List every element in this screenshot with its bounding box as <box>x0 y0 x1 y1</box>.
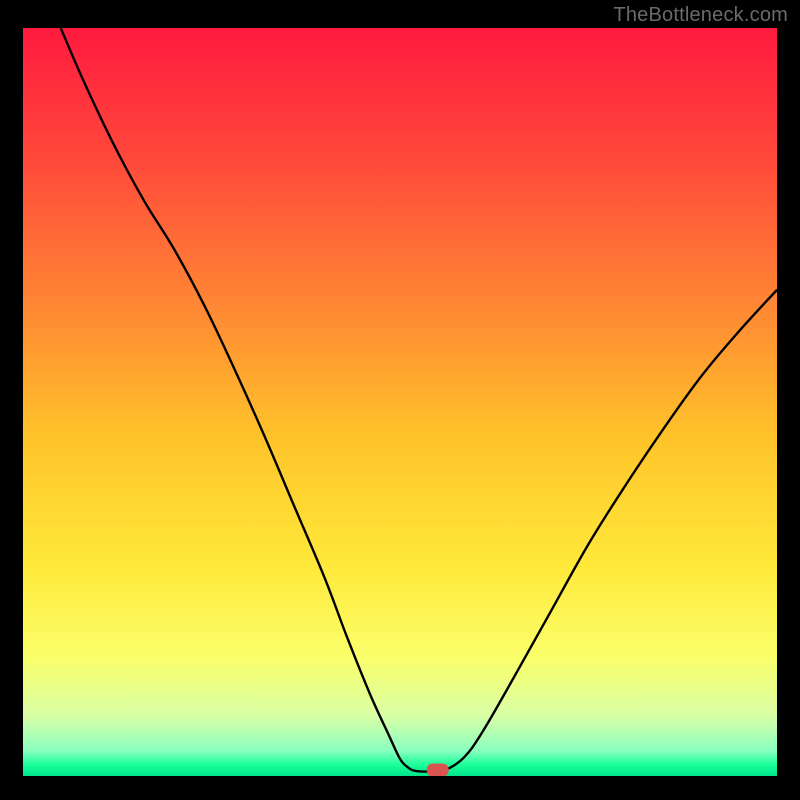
plot-area <box>23 28 777 776</box>
bottleneck-chart <box>23 28 777 776</box>
watermark-label: TheBottleneck.com <box>613 4 788 27</box>
optimal-marker <box>427 764 449 776</box>
chart-frame: TheBottleneck.com <box>0 0 800 800</box>
gradient-background <box>23 28 777 776</box>
